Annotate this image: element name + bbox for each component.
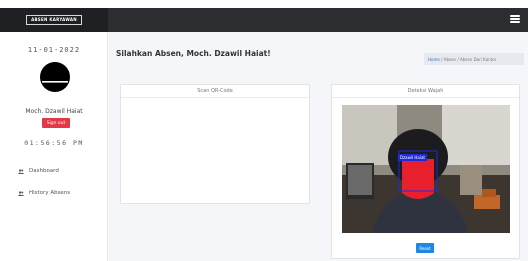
qr-scan-card: Scan QR-Code [120,84,310,204]
clock: 01:56:56 PM [24,139,84,147]
breadcrumb: Home / Absen / Absen Dari Kantor [424,53,524,65]
face-detection-card: Deteksi Wajah Dzawil Haiat Reset [331,84,520,259]
reset-button[interactable]: Reset [416,243,434,253]
user-name: Moch. Dzawil Haiat [25,108,83,115]
sidebar-item-label: History Absens [29,190,71,196]
page-title: Silahkan Absen, Moch. Dzawil Haiat! [116,49,271,58]
current-date: 11-01-2022 [27,46,81,54]
brand-logo[interactable]: ABSEN KARYAWAN [0,8,108,32]
sidebar: 11-01-2022 Moch. Dzawil Haiat Sign out 0… [0,32,108,261]
main-content: Silahkan Absen, Moch. Dzawil Haiat! Home… [108,32,528,261]
face-card-header: Deteksi Wajah [332,85,519,98]
camera-feed: Dzawil Haiat [342,105,510,233]
sidebar-item-label: Dashboard [29,168,59,174]
breadcrumb-home-link[interactable]: Home [428,57,440,62]
camera-image [342,105,510,233]
face-name-label: Dzawil Haiat [398,154,427,161]
sign-out-button[interactable]: Sign out [42,118,70,128]
users-icon [18,168,24,174]
sidebar-item-dashboard[interactable]: Dashboard [18,168,59,174]
breadcrumb-current: Absen / Absen Dari Kantor [443,57,497,62]
sidebar-item-history[interactable]: History Absens [18,190,70,196]
hamburger-menu-icon[interactable] [510,14,520,24]
avatar [40,62,70,92]
users-icon [18,190,24,196]
qr-card-header: Scan QR-Code [121,85,309,98]
brand-text: ABSEN KARYAWAN [26,15,82,25]
